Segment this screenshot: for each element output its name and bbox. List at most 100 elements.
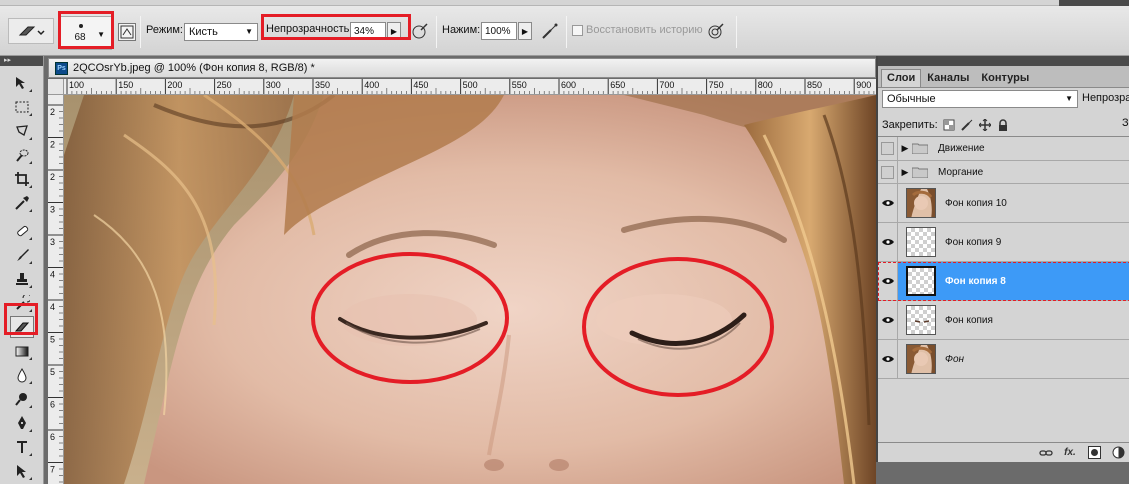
marquee-tool-icon[interactable] <box>10 96 34 118</box>
layer-row[interactable]: Фон копия 9 <box>878 223 1129 262</box>
eye-icon[interactable] <box>878 301 898 339</box>
vertical-ruler[interactable]: 2 2 2 3 3 4 4 5 5 6 6 7 <box>48 95 64 484</box>
ruler-label: 450 <box>413 80 428 90</box>
ruler-label: 6 <box>50 400 55 410</box>
erase-to-history-label: Восстановить историю <box>586 24 703 36</box>
layer-name: Фон копия 10 <box>945 197 1007 209</box>
folder-icon <box>912 167 928 178</box>
flow-input[interactable]: 100% <box>481 22 517 40</box>
adjustment-layer-icon[interactable] <box>1111 446 1125 460</box>
eye-icon[interactable] <box>878 184 898 222</box>
hidden-eye-box <box>881 165 894 179</box>
document-title: 2QCOsrYb.jpeg @ 100% (Фон копия 8, RGB/8… <box>73 62 315 74</box>
erase-to-history-checkbox[interactable] <box>572 25 583 36</box>
layer-row[interactable]: Фон копия <box>878 301 1129 340</box>
move-tool-icon[interactable] <box>10 72 34 94</box>
blend-mode-value: Обычные <box>887 93 936 105</box>
ruler-label: 350 <box>315 80 330 90</box>
layer-thumbnail <box>906 188 936 218</box>
mode-label: Режим: <box>146 24 183 36</box>
path-selection-tool-icon[interactable] <box>10 460 34 482</box>
ruler-label: 850 <box>807 80 822 90</box>
ruler-origin[interactable] <box>48 79 64 95</box>
document-tab[interactable]: Ps 2QCOsrYb.jpeg @ 100% (Фон копия 8, RG… <box>48 58 876 78</box>
gradient-tool-icon[interactable] <box>10 340 34 362</box>
healing-brush-tool-icon[interactable] <box>10 220 34 242</box>
airbrush-icon[interactable] <box>540 21 560 41</box>
expand-triangle-icon[interactable]: ▶ <box>898 167 912 178</box>
ruler-label: 100 <box>69 80 84 90</box>
ruler-label: 400 <box>364 80 379 90</box>
tool-preset-picker[interactable] <box>8 18 54 44</box>
dodge-tool-icon[interactable] <box>10 388 34 410</box>
blur-tool-icon[interactable] <box>10 364 34 386</box>
add-mask-icon[interactable] <box>1087 446 1101 460</box>
layer-row-group-motion[interactable]: ▶ Движение <box>878 137 1129 161</box>
layer-list: ▶ Движение ▶ Моргание Фон копия 10 Фон к… <box>878 136 1129 442</box>
flow-label: Нажим: <box>442 24 481 36</box>
chevron-down-icon: ▼ <box>245 27 253 36</box>
lock-pixels-icon[interactable] <box>960 118 974 132</box>
pressure-opacity-icon[interactable] <box>410 21 430 41</box>
crop-tool-icon[interactable] <box>10 168 34 190</box>
blend-mode-select[interactable]: Обычные ▼ <box>882 90 1078 108</box>
tab-layers[interactable]: Слои <box>881 69 922 87</box>
layer-row-group-blink[interactable]: ▶ Моргание <box>878 161 1129 184</box>
lasso-tool-icon[interactable] <box>10 120 34 142</box>
eye-icon[interactable] <box>878 262 898 300</box>
brush-tool-icon[interactable] <box>10 244 34 266</box>
visibility-toggle[interactable] <box>878 137 898 160</box>
eyedropper-tool-icon[interactable] <box>10 192 34 214</box>
eye-icon[interactable] <box>878 223 898 261</box>
ruler-label: 500 <box>463 80 478 90</box>
options-bar: 68 ▼ Режим: Кисть ▼ Непрозрачность: 34% … <box>0 6 1129 56</box>
panel-dock-background <box>876 462 1129 484</box>
expand-triangle-icon[interactable]: ▶ <box>898 143 912 154</box>
lock-all-icon[interactable] <box>996 118 1010 132</box>
mode-value: Кисть <box>189 26 218 38</box>
visibility-toggle[interactable] <box>878 161 898 183</box>
clone-stamp-tool-icon[interactable] <box>10 268 34 290</box>
ruler-label: 150 <box>118 80 133 90</box>
highlight-brush-size <box>58 11 114 49</box>
layer-row-selected[interactable]: Фон копия 8 <box>878 262 1129 301</box>
pen-tool-icon[interactable] <box>10 412 34 434</box>
ruler-label: 800 <box>758 80 773 90</box>
layer-style-fx-icon[interactable]: fx. <box>1063 446 1077 460</box>
flow-slider-button[interactable]: ▶ <box>518 22 532 40</box>
highlight-eraser-tool <box>4 303 38 335</box>
panel-title-bar[interactable] <box>878 56 1129 66</box>
tab-paths[interactable]: Контуры <box>975 69 1035 87</box>
hidden-eye-box <box>881 142 894 155</box>
ruler-label: 3 <box>50 205 55 215</box>
type-tool-icon[interactable] <box>10 436 34 458</box>
layer-row[interactable]: Фон копия 10 <box>878 184 1129 223</box>
image-canvas[interactable] <box>64 95 876 484</box>
mode-select[interactable]: Кисть ▼ <box>184 23 258 41</box>
tablet-pressure-size-icon[interactable] <box>706 21 726 41</box>
ruler-label: 250 <box>217 80 232 90</box>
toolbox-grip[interactable]: ▸▸ <box>0 56 43 66</box>
lock-label: Закрепить: <box>882 119 938 131</box>
tab-channels[interactable]: Каналы <box>921 69 975 87</box>
folder-icon <box>912 143 928 154</box>
ruler-label: 750 <box>709 80 724 90</box>
ruler-label: 5 <box>50 367 55 377</box>
ruler-label: 2 <box>50 140 55 150</box>
ruler-label: 5 <box>50 335 55 345</box>
lock-position-icon[interactable] <box>978 118 992 132</box>
layer-row[interactable]: Фон <box>878 340 1129 379</box>
link-layers-icon[interactable] <box>1039 446 1053 460</box>
quick-selection-tool-icon[interactable] <box>10 144 34 166</box>
brush-panel-toggle-icon[interactable] <box>118 23 136 41</box>
layer-name: Моргание <box>938 166 984 178</box>
layer-name: Движение <box>938 143 985 154</box>
ruler-label: 650 <box>610 80 625 90</box>
horizontal-ruler[interactable]: 100 150 200 250 300 350 400 450 500 550 600 650 700 7… <box>64 79 876 95</box>
fill-label: За <box>1122 117 1129 129</box>
layer-thumbnail <box>906 344 936 374</box>
layer-name: Фон копия 8 <box>945 275 1006 287</box>
eye-icon[interactable] <box>878 340 898 378</box>
lock-transparency-icon[interactable] <box>942 118 956 132</box>
ruler-label: 600 <box>561 80 576 90</box>
